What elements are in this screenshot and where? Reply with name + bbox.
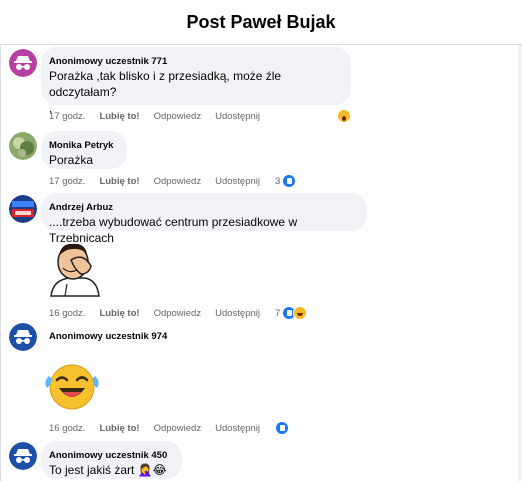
reply-button[interactable]: Odpowiedz — [154, 176, 202, 187]
comment-author[interactable]: Anonimowy uczestnik 974 — [49, 330, 167, 343]
like-button[interactable]: Lubię to! — [99, 111, 139, 122]
reply-button[interactable]: Odpowiedz — [154, 111, 202, 122]
like-button[interactable]: Lubię to! — [99, 308, 139, 319]
share-button[interactable]: Udostępnij — [215, 423, 260, 434]
comment-bubble: Monika Petryk Porażka — [41, 131, 127, 169]
comment-actions: 17 godz. Lubię to! Odpowiedz Udostępnij — [49, 176, 274, 187]
comment-bubble: Anonimowy uczestnik 771 Porażka ,tak bli… — [41, 47, 351, 115]
reaction-summary[interactable]: 7 — [275, 306, 308, 320]
like-reaction-icon — [275, 421, 289, 435]
laughing-emoji-sticker[interactable] — [43, 362, 101, 417]
anonymous-avatar[interactable] — [9, 442, 37, 470]
reply-button[interactable]: Odpowiedz — [154, 423, 202, 434]
share-button[interactable]: Udostępnij — [215, 111, 260, 122]
comment-author[interactable]: Andrzej Arbuz — [49, 201, 355, 214]
comment-timestamp[interactable]: 17 godz. — [49, 111, 85, 122]
reaction-summary[interactable] — [275, 421, 289, 435]
comment-author[interactable]: Anonimowy uczestnik 450 — [49, 449, 170, 462]
comment-author[interactable]: Anonimowy uczestnik 771 — [49, 55, 339, 68]
anonymous-avatar[interactable] — [9, 323, 37, 351]
left-divider — [0, 45, 1, 481]
reply-button[interactable]: Odpowiedz — [154, 308, 202, 319]
comment-actions: 16 godz. Lubię to! Odpowiedz Udostępnij — [49, 308, 274, 319]
comment-timestamp[interactable]: 16 godz. — [49, 308, 85, 319]
scrollbar[interactable] — [518, 45, 522, 481]
comment-timestamp[interactable]: 16 godz. — [49, 423, 85, 434]
share-button[interactable]: Udostępnij — [215, 308, 260, 319]
comment-author[interactable]: Monika Petryk — [49, 139, 115, 152]
profile-avatar[interactable] — [9, 132, 37, 160]
like-button[interactable]: Lubię to! — [99, 176, 139, 187]
like-button[interactable]: Lubię to! — [99, 423, 139, 434]
comment-bubble: Andrzej Arbuz ....trzeba wybudować centr… — [41, 193, 367, 245]
comment-timestamp[interactable]: 17 godz. — [49, 176, 85, 187]
comment-text: To jest jakiś żart 🤦‍♀️😂 — [49, 463, 167, 477]
post-header: Post Paweł Bujak — [0, 0, 522, 45]
reaction-summary[interactable] — [337, 109, 351, 123]
comment-text: Porażka — [49, 153, 94, 167]
like-reaction-icon — [282, 174, 297, 188]
comment-text: Porażka ,tak blisko i z przesiadką, może… — [49, 69, 282, 99]
facepalm-sticker[interactable] — [45, 240, 101, 303]
anonymous-avatar[interactable] — [9, 49, 37, 77]
comment-actions: 16 godz. Lubię to! Odpowiedz Udostępnij — [49, 423, 274, 434]
reaction-summary[interactable]: 3 — [275, 174, 297, 188]
reaction-count: 7 — [275, 307, 281, 319]
profile-avatar[interactable] — [9, 195, 37, 223]
wow-reaction-icon — [337, 109, 351, 123]
haha-reaction-icon — [293, 306, 308, 320]
post-title: Post Paweł Bujak — [186, 11, 336, 32]
comment-actions: 17 godz. Lubię to! Odpowiedz Udostępnij — [49, 111, 274, 122]
reaction-count: 3 — [275, 175, 281, 187]
share-button[interactable]: Udostępnij — [215, 176, 260, 187]
comment-bubble: Anonimowy uczestnik 450 To jest jakiś ża… — [41, 441, 182, 479]
